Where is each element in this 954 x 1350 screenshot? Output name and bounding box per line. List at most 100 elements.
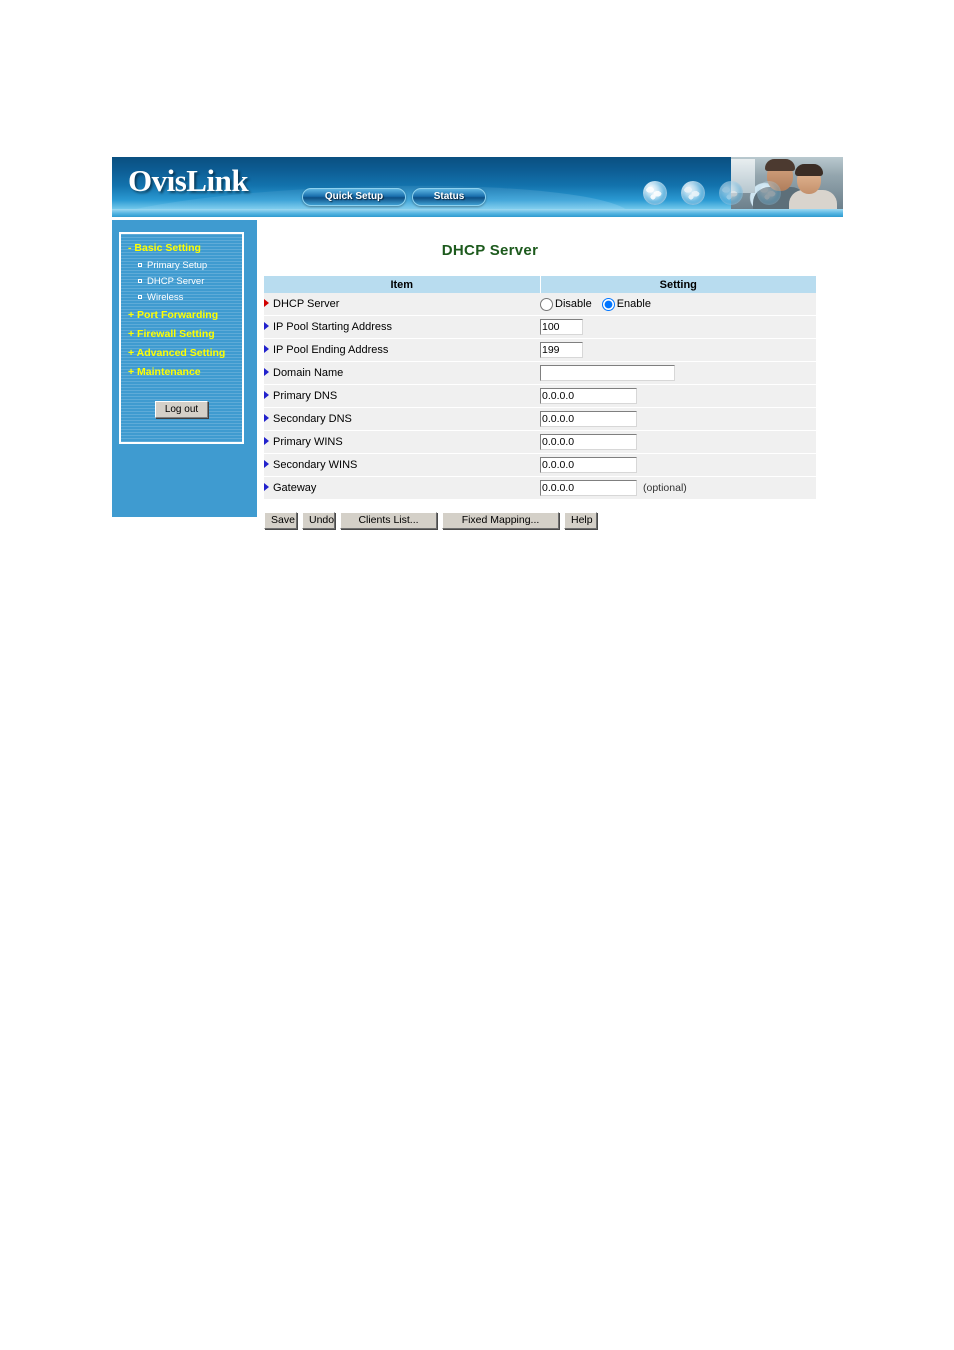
- table-row: IP Pool Starting Address: [264, 315, 816, 339]
- router-admin-page: OvisLink Quick Setup Status - Basic Sett…: [112, 157, 843, 529]
- logout-button[interactable]: Log out: [154, 401, 209, 418]
- sidebar-item-primary-setup[interactable]: Primary Setup: [121, 258, 242, 274]
- main-content: DHCP Server Item Setting DHCP Server Disa…: [262, 217, 843, 529]
- table-body: DHCP Server Disable Enable IP Pool Starting…: [264, 293, 816, 500]
- row-item-label: Secondary DNS: [273, 413, 352, 426]
- radio-disable[interactable]: [540, 297, 553, 311]
- globe-icon-1: [643, 181, 667, 205]
- dhcp-server-radio-group: Disable Enable: [540, 297, 661, 311]
- square-bullet-icon: [138, 263, 142, 267]
- sidebar-item-wireless[interactable]: Wireless: [121, 290, 242, 306]
- page-banner: OvisLink Quick Setup Status: [112, 157, 843, 217]
- square-bullet-icon: [138, 279, 142, 283]
- sidebar-item-firewall-setting[interactable]: + Firewall Setting: [121, 325, 242, 344]
- radio-label: Enable: [616, 297, 651, 310]
- row-setting-cell: Disable Enable: [540, 293, 816, 316]
- sidebar-item-advanced-setting[interactable]: + Advanced Setting: [121, 344, 242, 363]
- column-header-setting: Setting: [540, 276, 816, 293]
- row-setting-cell: (optional): [540, 476, 816, 500]
- secondary-wins-input[interactable]: [540, 457, 637, 473]
- primary-wins-input[interactable]: [540, 434, 637, 450]
- logout-container: Log out: [121, 399, 242, 418]
- domain-name-input[interactable]: [540, 365, 675, 381]
- save-button[interactable]: Save: [264, 512, 297, 529]
- row-setting-cell: [540, 453, 816, 477]
- sidebar-item-dhcp-server[interactable]: DHCP Server: [121, 274, 242, 290]
- ip-pool-ending-address-input[interactable]: [540, 342, 583, 358]
- optional-note: (optional): [643, 482, 687, 494]
- sidebar-item-firewall-setting-label: + Firewall Setting: [128, 328, 215, 340]
- nav-quick-setup-button[interactable]: Quick Setup: [302, 188, 406, 206]
- sidebar-item-wireless-label: Wireless: [147, 292, 184, 303]
- row-item-cell: Domain Name: [264, 361, 540, 385]
- ovislink-logo: OvisLink: [128, 163, 249, 198]
- row-item-label: IP Pool Starting Address: [273, 321, 393, 334]
- row-item-label: Primary DNS: [273, 390, 338, 403]
- sidebar-item-port-forwarding-label: + Port Forwarding: [128, 309, 219, 321]
- row-item-label: Secondary WINS: [273, 459, 358, 472]
- photo-adult-hair: [765, 159, 795, 171]
- globe-icon-4: [757, 181, 781, 205]
- row-item-cell: Secondary DNS: [264, 407, 540, 431]
- row-item-label: Domain Name: [273, 367, 344, 380]
- bullet-arrow-icon: [264, 460, 269, 469]
- radio-label: Disable: [555, 297, 592, 310]
- bullet-arrow-icon: [264, 299, 269, 308]
- bullet-arrow-icon: [264, 483, 269, 492]
- dhcp-settings-table: Item Setting DHCP Server Disable Enable IP …: [264, 276, 816, 500]
- table-row: Primary WINS: [264, 430, 816, 454]
- radio-option-enable[interactable]: Enable: [601, 297, 651, 311]
- table-row: IP Pool Ending Address: [264, 338, 816, 362]
- ip-pool-starting-address-input[interactable]: [540, 319, 583, 335]
- sidebar-item-basic-setting[interactable]: - Basic Setting: [121, 239, 242, 258]
- sidebar-item-advanced-setting-label: + Advanced Setting: [128, 347, 226, 359]
- table-header-row: Item Setting: [264, 276, 816, 293]
- bullet-arrow-icon: [264, 414, 269, 423]
- table-row: Gateway (optional): [264, 476, 816, 500]
- row-item-cell: IP Pool Starting Address: [264, 315, 540, 339]
- help-button[interactable]: Help: [564, 512, 597, 529]
- bullet-arrow-icon: [264, 391, 269, 400]
- page-body: - Basic Setting Primary Setup DHCP Serve…: [112, 217, 843, 529]
- sidebar: - Basic Setting Primary Setup DHCP Serve…: [112, 220, 257, 517]
- secondary-dns-input[interactable]: [540, 411, 637, 427]
- row-item-label: DHCP Server: [273, 298, 340, 311]
- row-item-cell: Primary WINS: [264, 430, 540, 454]
- clients-list-button[interactable]: Clients List...: [340, 512, 437, 529]
- row-item-cell: Gateway: [264, 476, 540, 500]
- banner-bottom-band: [112, 209, 843, 217]
- column-header-item: Item: [264, 276, 541, 293]
- globe-icon-3: [719, 181, 743, 205]
- square-bullet-icon: [138, 295, 142, 299]
- row-item-cell: DHCP Server: [264, 293, 540, 316]
- sidebar-item-maintenance[interactable]: + Maintenance: [121, 363, 242, 382]
- sidebar-item-maintenance-label: + Maintenance: [128, 366, 201, 378]
- radio-option-disable[interactable]: Disable: [540, 297, 592, 311]
- row-setting-cell: [540, 361, 816, 385]
- undo-button[interactable]: Undo: [302, 512, 335, 529]
- radio-enable[interactable]: [601, 297, 615, 311]
- fixed-mapping-button[interactable]: Fixed Mapping...: [442, 512, 559, 529]
- gateway-input[interactable]: [540, 480, 637, 496]
- table-row: Primary DNS: [264, 384, 816, 408]
- primary-dns-input[interactable]: [540, 388, 637, 404]
- sidebar-item-dhcp-server-label: DHCP Server: [147, 276, 205, 287]
- row-item-label: IP Pool Ending Address: [273, 344, 389, 357]
- table-row: Secondary WINS: [264, 453, 816, 477]
- bullet-arrow-icon: [264, 368, 269, 377]
- photo-child-hair: [795, 164, 823, 176]
- sidebar-item-port-forwarding[interactable]: + Port Forwarding: [121, 306, 242, 325]
- row-setting-cell: [540, 430, 816, 454]
- row-setting-cell: [540, 338, 816, 362]
- row-setting-cell: [540, 407, 816, 431]
- row-setting-cell: [540, 315, 816, 339]
- table-row: Domain Name: [264, 361, 816, 385]
- family-at-computer-photo: [731, 157, 843, 209]
- page-title: DHCP Server: [441, 242, 539, 259]
- nav-status-button[interactable]: Status: [412, 188, 486, 206]
- row-item-label: Gateway: [273, 482, 317, 495]
- bullet-arrow-icon: [264, 345, 269, 354]
- sidebar-item-primary-setup-label: Primary Setup: [147, 260, 208, 271]
- row-item-cell: Primary DNS: [264, 384, 540, 408]
- bullet-arrow-icon: [264, 322, 269, 331]
